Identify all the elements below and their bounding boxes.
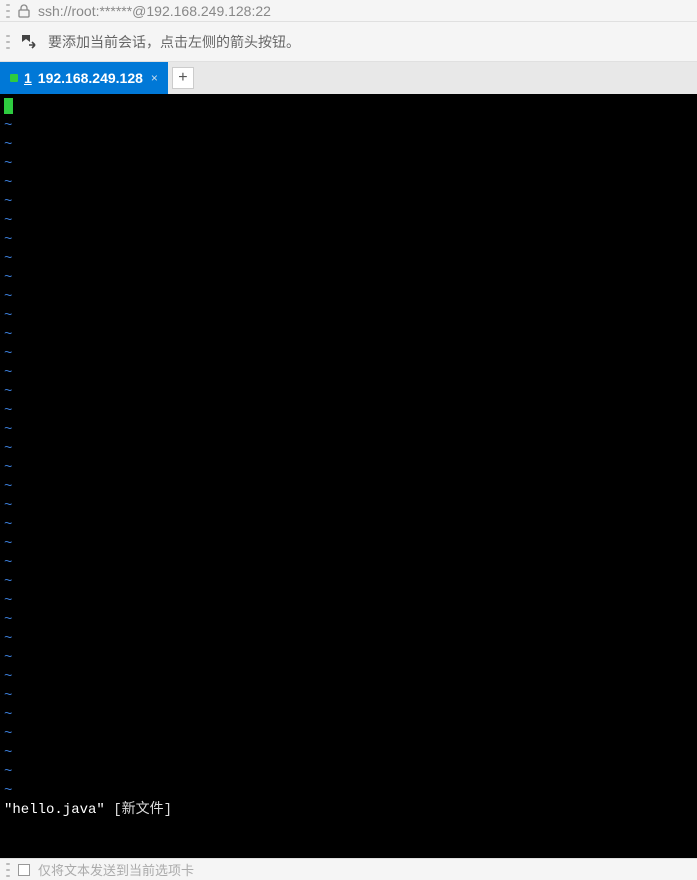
drag-handle-icon[interactable] xyxy=(6,863,10,877)
drag-handle-icon[interactable] xyxy=(6,35,10,49)
vim-empty-line: ~ xyxy=(4,402,693,421)
hint-bar: 要添加当前会话，点击左侧的箭头按钮。 xyxy=(0,22,697,62)
vim-empty-line: ~ xyxy=(4,592,693,611)
vim-empty-line: ~ xyxy=(4,782,693,801)
bookmark-arrow-icon[interactable] xyxy=(20,33,38,51)
vim-empty-line: ~ xyxy=(4,668,693,687)
terminal-view[interactable]: ~~~~~~~~~~~~~~~~~~~~~~~~~~~~~~~~~~~~ "he… xyxy=(0,94,697,858)
vim-empty-line: ~ xyxy=(4,193,693,212)
lock-icon xyxy=(18,4,30,18)
address-toolbar: ssh://root:******@192.168.249.128:22 xyxy=(0,0,697,22)
address-text[interactable]: ssh://root:******@192.168.249.128:22 xyxy=(38,3,271,19)
cursor-line xyxy=(4,98,693,117)
vim-empty-line: ~ xyxy=(4,725,693,744)
session-tab[interactable]: 1 192.168.249.128 × xyxy=(0,62,168,94)
checkbox-icon[interactable] xyxy=(18,864,30,876)
tab-bar: 1 192.168.249.128 × + xyxy=(0,62,697,94)
cursor-block-icon xyxy=(4,98,13,114)
status-suffix: [新文件] xyxy=(105,802,172,818)
vim-empty-line: ~ xyxy=(4,288,693,307)
status-dot-icon xyxy=(10,74,18,82)
vim-empty-line: ~ xyxy=(4,364,693,383)
hint-text: 要添加当前会话，点击左侧的箭头按钮。 xyxy=(48,32,300,52)
close-icon[interactable]: × xyxy=(151,71,158,85)
vim-empty-line: ~ xyxy=(4,231,693,250)
vim-empty-line: ~ xyxy=(4,421,693,440)
vim-empty-line: ~ xyxy=(4,706,693,725)
vim-empty-line: ~ xyxy=(4,573,693,592)
vim-status-line: "hello.java" [新文件] xyxy=(4,801,693,820)
tab-label: 192.168.249.128 xyxy=(38,70,143,86)
tab-number: 1 xyxy=(24,70,32,86)
vim-empty-line: ~ xyxy=(4,155,693,174)
vim-empty-line: ~ xyxy=(4,326,693,345)
vim-empty-line: ~ xyxy=(4,649,693,668)
drag-handle-icon[interactable] xyxy=(6,4,10,18)
vim-empty-line: ~ xyxy=(4,269,693,288)
bottom-text: 仅将文本发送到当前选项卡 xyxy=(38,860,194,879)
vim-empty-line: ~ xyxy=(4,763,693,782)
vim-empty-line: ~ xyxy=(4,383,693,402)
new-tab-button[interactable]: + xyxy=(172,67,194,89)
vim-empty-line: ~ xyxy=(4,250,693,269)
vim-empty-line: ~ xyxy=(4,307,693,326)
vim-empty-line: ~ xyxy=(4,630,693,649)
vim-empty-line: ~ xyxy=(4,136,693,155)
vim-empty-line: ~ xyxy=(4,478,693,497)
vim-empty-line: ~ xyxy=(4,516,693,535)
vim-empty-line: ~ xyxy=(4,440,693,459)
vim-empty-line: ~ xyxy=(4,535,693,554)
vim-empty-line: ~ xyxy=(4,687,693,706)
vim-empty-line: ~ xyxy=(4,174,693,193)
vim-empty-line: ~ xyxy=(4,554,693,573)
vim-empty-line: ~ xyxy=(4,212,693,231)
vim-empty-line: ~ xyxy=(4,459,693,478)
bottom-bar: 仅将文本发送到当前选项卡 xyxy=(0,858,697,880)
vim-empty-line: ~ xyxy=(4,611,693,630)
vim-empty-line: ~ xyxy=(4,345,693,364)
vim-empty-line: ~ xyxy=(4,117,693,136)
vim-empty-line: ~ xyxy=(4,744,693,763)
status-filename: "hello.java" xyxy=(4,802,105,818)
vim-empty-line: ~ xyxy=(4,497,693,516)
